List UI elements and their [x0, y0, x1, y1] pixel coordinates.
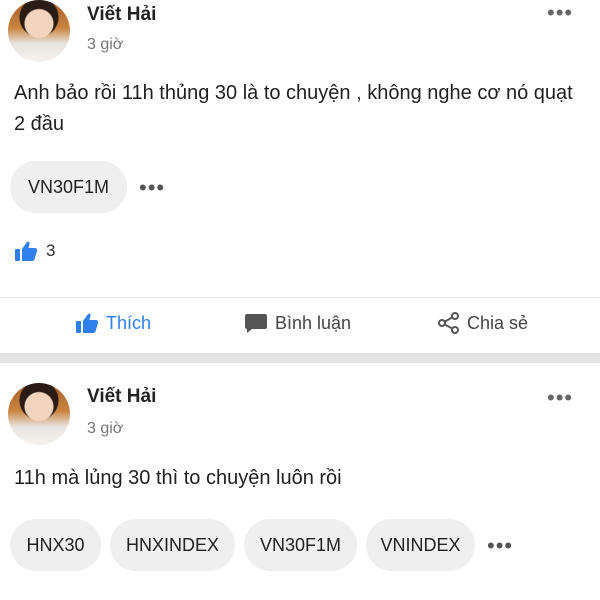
post-time: 3 giờ [87, 420, 124, 437]
author-name[interactable]: Viết Hải [87, 4, 156, 26]
like-summary[interactable]: 3 [14, 240, 55, 262]
thumbs-up-icon [76, 313, 99, 333]
more-icon[interactable]: ••• [547, 387, 573, 409]
more-icon[interactable]: ••• [547, 2, 573, 24]
share-label: Chia sẻ [467, 312, 529, 333]
post-1: Viết Hải 3 giờ ••• Anh bảo rồi 11h thủng… [0, 0, 600, 350]
avatar[interactable] [8, 0, 70, 62]
comment-icon [245, 314, 267, 333]
comment-label: Bình luận [275, 312, 352, 333]
author-name[interactable]: Viết Hải [87, 386, 156, 408]
share-icon [438, 312, 459, 334]
post-time: 3 giờ [87, 36, 124, 53]
post-2: Viết Hải 3 giờ ••• 11h mà lủng 30 thì to… [0, 363, 600, 600]
post-text: Anh bảo rồi 11h thủng 30 là to chuyện , … [14, 82, 573, 135]
tag-chip[interactable]: HNXINDEX [110, 519, 235, 571]
thumbs-up-icon [15, 241, 38, 261]
like-label: Thích [106, 312, 152, 333]
like-button[interactable]: Thích [75, 312, 151, 334]
tag-chip[interactable]: VN30F1M [10, 161, 127, 213]
divider [0, 297, 600, 298]
like-count: 3 [46, 241, 56, 260]
tag-chip[interactable]: VN30F1M [244, 519, 357, 571]
more-tags-icon[interactable]: ••• [139, 175, 165, 201]
share-button[interactable]: Chia sẻ [438, 312, 528, 334]
comment-button[interactable]: Bình luận [244, 312, 351, 334]
avatar[interactable] [8, 383, 70, 445]
post-text: 11h mà lủng 30 thì to chuyện luôn rồi [14, 467, 342, 489]
more-tags-icon[interactable]: ••• [487, 533, 513, 559]
tag-chip[interactable]: VNINDEX [366, 519, 475, 571]
post-separator [0, 353, 600, 363]
tag-chip[interactable]: HNX30 [10, 519, 101, 571]
